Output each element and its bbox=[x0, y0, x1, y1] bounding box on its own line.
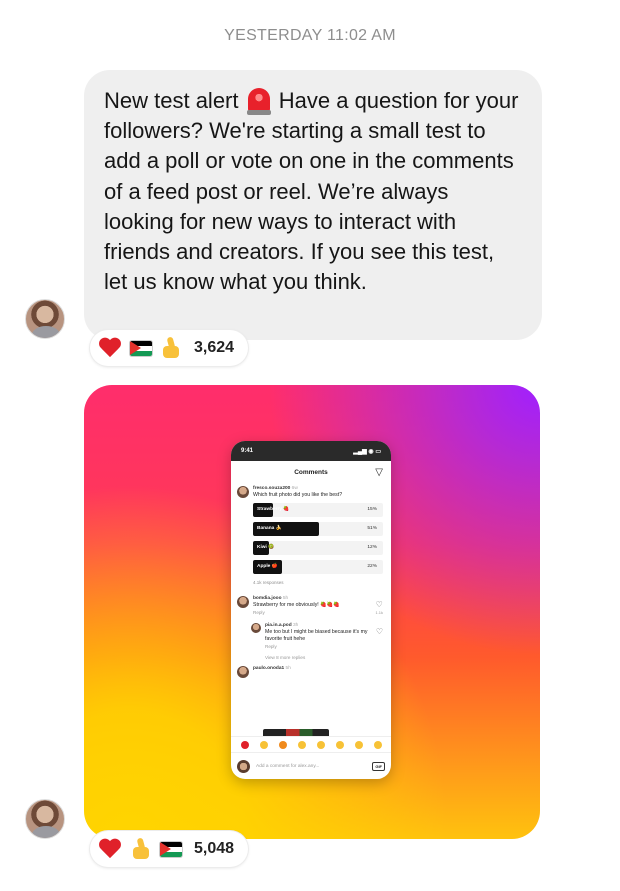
signal-wifi-battery-icon: ▂▄▆ ◉ ▭ bbox=[353, 448, 381, 455]
poll-option-percent: 15% bbox=[367, 507, 377, 512]
comment-username: fresco.souza200 bbox=[253, 486, 291, 491]
siren-emoji-icon bbox=[246, 88, 271, 115]
comment-text: Me too but I might be biased because it'… bbox=[265, 629, 368, 642]
comment-time: 5h bbox=[285, 666, 291, 671]
sender-avatar[interactable] bbox=[25, 799, 65, 839]
thumbs-up-icon bbox=[130, 838, 152, 860]
comment-item: fresco.souza200 6w Which fruit photo did… bbox=[231, 485, 391, 499]
gif-button: GIF bbox=[372, 761, 385, 771]
commenter-avatar bbox=[237, 666, 249, 678]
comment-username: bomdia.jooo bbox=[253, 596, 282, 601]
reaction-count: 5,048 bbox=[194, 840, 235, 857]
comment-input-row: Add a comment for alex.any... GIF bbox=[231, 752, 391, 779]
comment-time: 3h bbox=[293, 623, 299, 628]
commenter-avatar bbox=[251, 623, 261, 633]
like-heart-icon: ♡ bbox=[375, 627, 383, 636]
poll-option: Strawberry 🍓 15% bbox=[253, 503, 383, 517]
comment-reply-item: pia.in.a.pod 3h Me too but I might be bi… bbox=[231, 622, 391, 650]
emoji-hands-icon bbox=[259, 741, 268, 749]
red-heart-icon bbox=[100, 338, 122, 358]
poll-option-percent: 22% bbox=[367, 564, 377, 569]
comments-header: Comments ▽ bbox=[231, 461, 391, 483]
comment-poll: Strawberry 🍓 15% Banana 🍌 51% Kiwi 🥝 12%… bbox=[253, 503, 383, 574]
poll-option-percent: 51% bbox=[367, 526, 377, 531]
emoji-fire-icon bbox=[278, 741, 287, 749]
input-avatar bbox=[237, 759, 250, 773]
like-heart-icon: ♡ 1.1k bbox=[375, 600, 383, 616]
commenter-avatar bbox=[237, 596, 249, 608]
comment-time: 5h bbox=[282, 596, 289, 601]
poll-option-label: Apple 🍎 bbox=[257, 564, 278, 569]
poll-option: Apple 🍎 22% bbox=[253, 560, 383, 574]
media-reactions[interactable]: 5,048 bbox=[90, 831, 248, 867]
reply-link: Reply bbox=[265, 644, 277, 649]
message-text-line1-end: Have a question for bbox=[278, 88, 470, 113]
message-bubble[interactable]: New test alert Have a question for your … bbox=[84, 70, 542, 340]
emoji-quick-bar bbox=[231, 736, 391, 753]
poll-responses-count: 4.1k responses bbox=[253, 580, 284, 585]
comment-input-placeholder: Add a comment for alex.any... bbox=[256, 763, 320, 769]
phone-mockup: 9:41 ▂▄▆ ◉ ▭ Comments ▽ fresco.souza200 … bbox=[231, 441, 391, 779]
view-more-replies: View 8 more replies bbox=[265, 655, 306, 660]
poll-option-label: Kiwi 🥝 bbox=[257, 545, 275, 550]
comment-time: 6w bbox=[291, 486, 298, 491]
message-text-rest: your followers? We're starting a small t… bbox=[104, 88, 519, 295]
poll-option-label: Strawberry 🍓 bbox=[257, 507, 290, 512]
reply-link: Reply bbox=[253, 610, 265, 615]
message-reactions[interactable]: 3,624 bbox=[90, 330, 248, 366]
commenter-avatar bbox=[237, 486, 249, 498]
reaction-count: 3,624 bbox=[194, 339, 235, 356]
red-heart-icon bbox=[100, 839, 122, 859]
poll-option-label: Banana 🍌 bbox=[257, 526, 282, 531]
emoji-clap-icon bbox=[297, 741, 306, 749]
palestine-flag-icon bbox=[160, 841, 182, 857]
message-timestamp: YESTERDAY 11:02 AM bbox=[224, 27, 396, 44]
poll-option-percent: 12% bbox=[367, 545, 377, 550]
emoji-sad-icon bbox=[316, 741, 325, 749]
emoji-wow-icon bbox=[354, 741, 363, 749]
like-count: 1.1k bbox=[375, 610, 383, 615]
poll-option: Kiwi 🥝 12% bbox=[253, 541, 383, 555]
phone-status-bar: 9:41 ▂▄▆ ◉ ▭ bbox=[231, 441, 391, 461]
phone-time: 9:41 bbox=[241, 448, 254, 454]
comments-title: Comments bbox=[294, 469, 328, 476]
thumbs-up-icon bbox=[160, 337, 182, 359]
palestine-flag-icon bbox=[130, 340, 152, 356]
poll-option: Banana 🍌 51% bbox=[253, 522, 383, 536]
emoji-laugh-icon bbox=[373, 741, 382, 749]
comment-text: Strawberry for me obviously! 🍓🍓🍓 bbox=[253, 602, 340, 608]
sender-avatar[interactable] bbox=[25, 299, 65, 339]
comment-item: bomdia.jooo 5h Strawberry for me obvious… bbox=[231, 595, 391, 616]
comment-text: Which fruit photo did you like the best? bbox=[253, 492, 343, 498]
filter-icon: ▽ bbox=[375, 467, 383, 478]
media-image[interactable]: 9:41 ▂▄▆ ◉ ▭ Comments ▽ fresco.souza200 … bbox=[84, 385, 540, 839]
comment-username: pia.in.a.pod bbox=[265, 623, 292, 628]
emoji-love-eyes-icon bbox=[335, 741, 344, 749]
message-text-start: New test alert bbox=[104, 88, 239, 113]
comment-username: paulo.onoda1 bbox=[253, 666, 285, 671]
comment-item: paulo.onoda1 5h bbox=[231, 665, 391, 678]
emoji-heart-icon bbox=[240, 741, 249, 749]
